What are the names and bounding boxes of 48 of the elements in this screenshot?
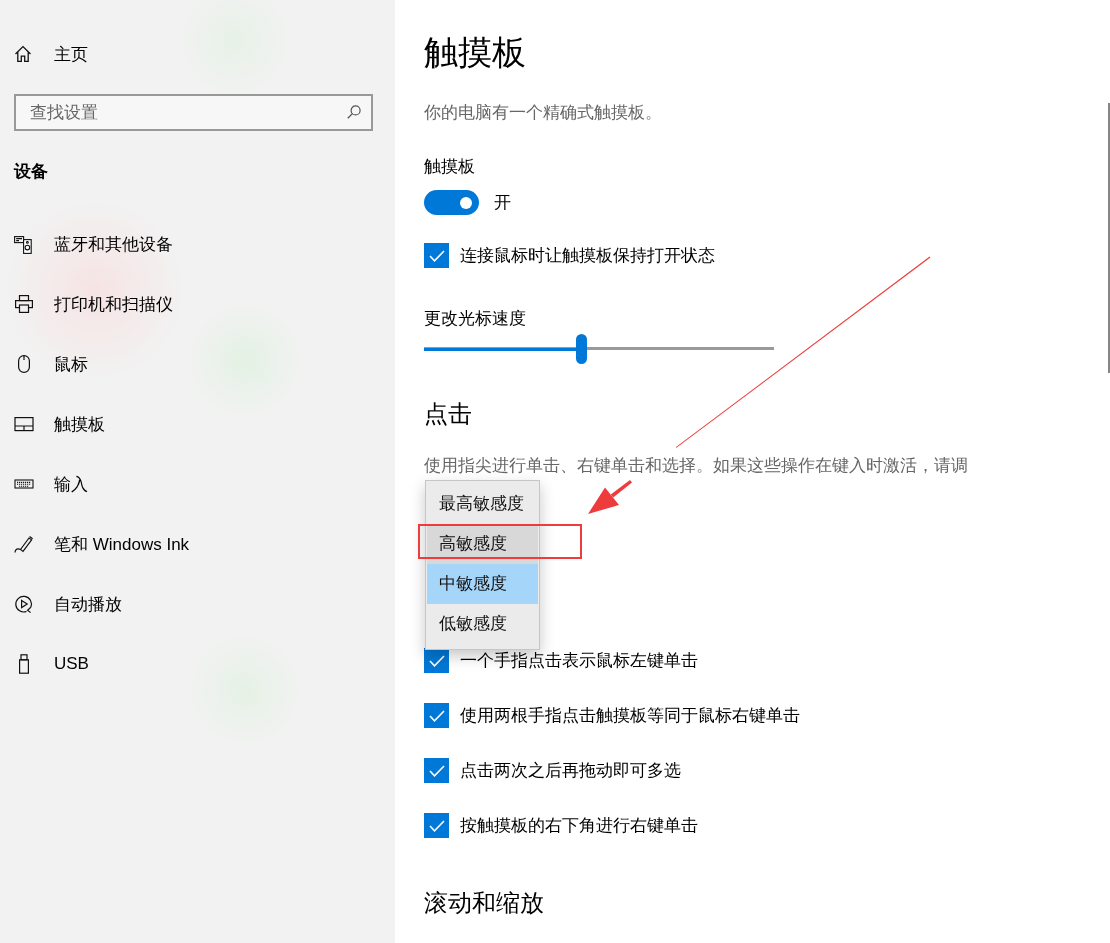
nav-item[interactable]: 自动播放 <box>14 574 373 634</box>
scrollbar[interactable] <box>1108 103 1110 373</box>
checkbox-label: 一个手指点击表示鼠标左键单击 <box>460 649 698 672</box>
section-heading: 滚动和缩放 <box>424 888 544 918</box>
checkbox[interactable] <box>424 648 449 673</box>
nav-item[interactable]: 笔和 Windows Ink <box>14 514 373 574</box>
check-icon <box>428 250 445 262</box>
checkbox-label: 点击两次之后再拖动即可多选 <box>460 759 681 782</box>
page-description: 你的电脑有一个精确式触摸板。 <box>424 102 662 124</box>
checkbox[interactable] <box>424 758 449 783</box>
home-link[interactable]: 主页 <box>14 42 373 66</box>
section-title: 设备 <box>14 161 49 183</box>
menu-option[interactable]: 中敏感度 <box>427 564 538 604</box>
checkbox[interactable] <box>424 243 449 268</box>
menu-option[interactable]: 最高敏感度 <box>427 484 538 524</box>
checkbox[interactable] <box>424 813 449 838</box>
nav-item[interactable]: 输入 <box>14 454 373 514</box>
nav-item[interactable]: USB <box>14 634 373 694</box>
slider-label: 更改光标速度 <box>424 308 526 330</box>
nav-item[interactable]: 蓝牙和其他设备 <box>14 214 373 274</box>
checkbox-label: 连接鼠标时让触摸板保持打开状态 <box>460 244 715 267</box>
pen-icon <box>14 534 34 554</box>
check-icon <box>428 710 445 722</box>
autoplay-icon <box>14 594 34 614</box>
section-heading: 点击 <box>424 399 472 429</box>
switch-state-label: 开 <box>494 191 511 214</box>
devices-icon <box>14 234 34 254</box>
search-icon[interactable] <box>347 105 361 119</box>
page-title: 触摸板 <box>424 32 526 73</box>
section-description: 使用指尖进行单击、右键单击和选择。如果这些操作在键入时激活，请调 <box>424 455 968 477</box>
menu-option[interactable]: 低敏感度 <box>427 604 538 644</box>
printer-icon <box>14 294 34 314</box>
home-icon <box>14 45 32 63</box>
nav-item[interactable]: 触摸板 <box>14 394 373 454</box>
toggle-switch[interactable] <box>424 190 479 215</box>
search-field[interactable]: 查找设置 <box>14 94 373 131</box>
check-icon <box>428 820 445 832</box>
slider-thumb[interactable] <box>576 334 587 364</box>
checkbox[interactable] <box>424 703 449 728</box>
touchpad-icon <box>14 414 34 434</box>
menu-option[interactable]: 高敏感度 <box>427 524 538 564</box>
nav-item[interactable]: 打印机和扫描仪 <box>14 274 373 334</box>
check-icon <box>428 655 445 667</box>
nav-item[interactable]: 鼠标 <box>14 334 373 394</box>
checkbox-label: 使用两根手指点击触摸板等同于鼠标右键单击 <box>460 704 800 727</box>
checkbox-label: 按触摸板的右下角进行右键单击 <box>460 814 698 837</box>
switch-label: 触摸板 <box>424 156 475 178</box>
check-icon <box>428 765 445 777</box>
